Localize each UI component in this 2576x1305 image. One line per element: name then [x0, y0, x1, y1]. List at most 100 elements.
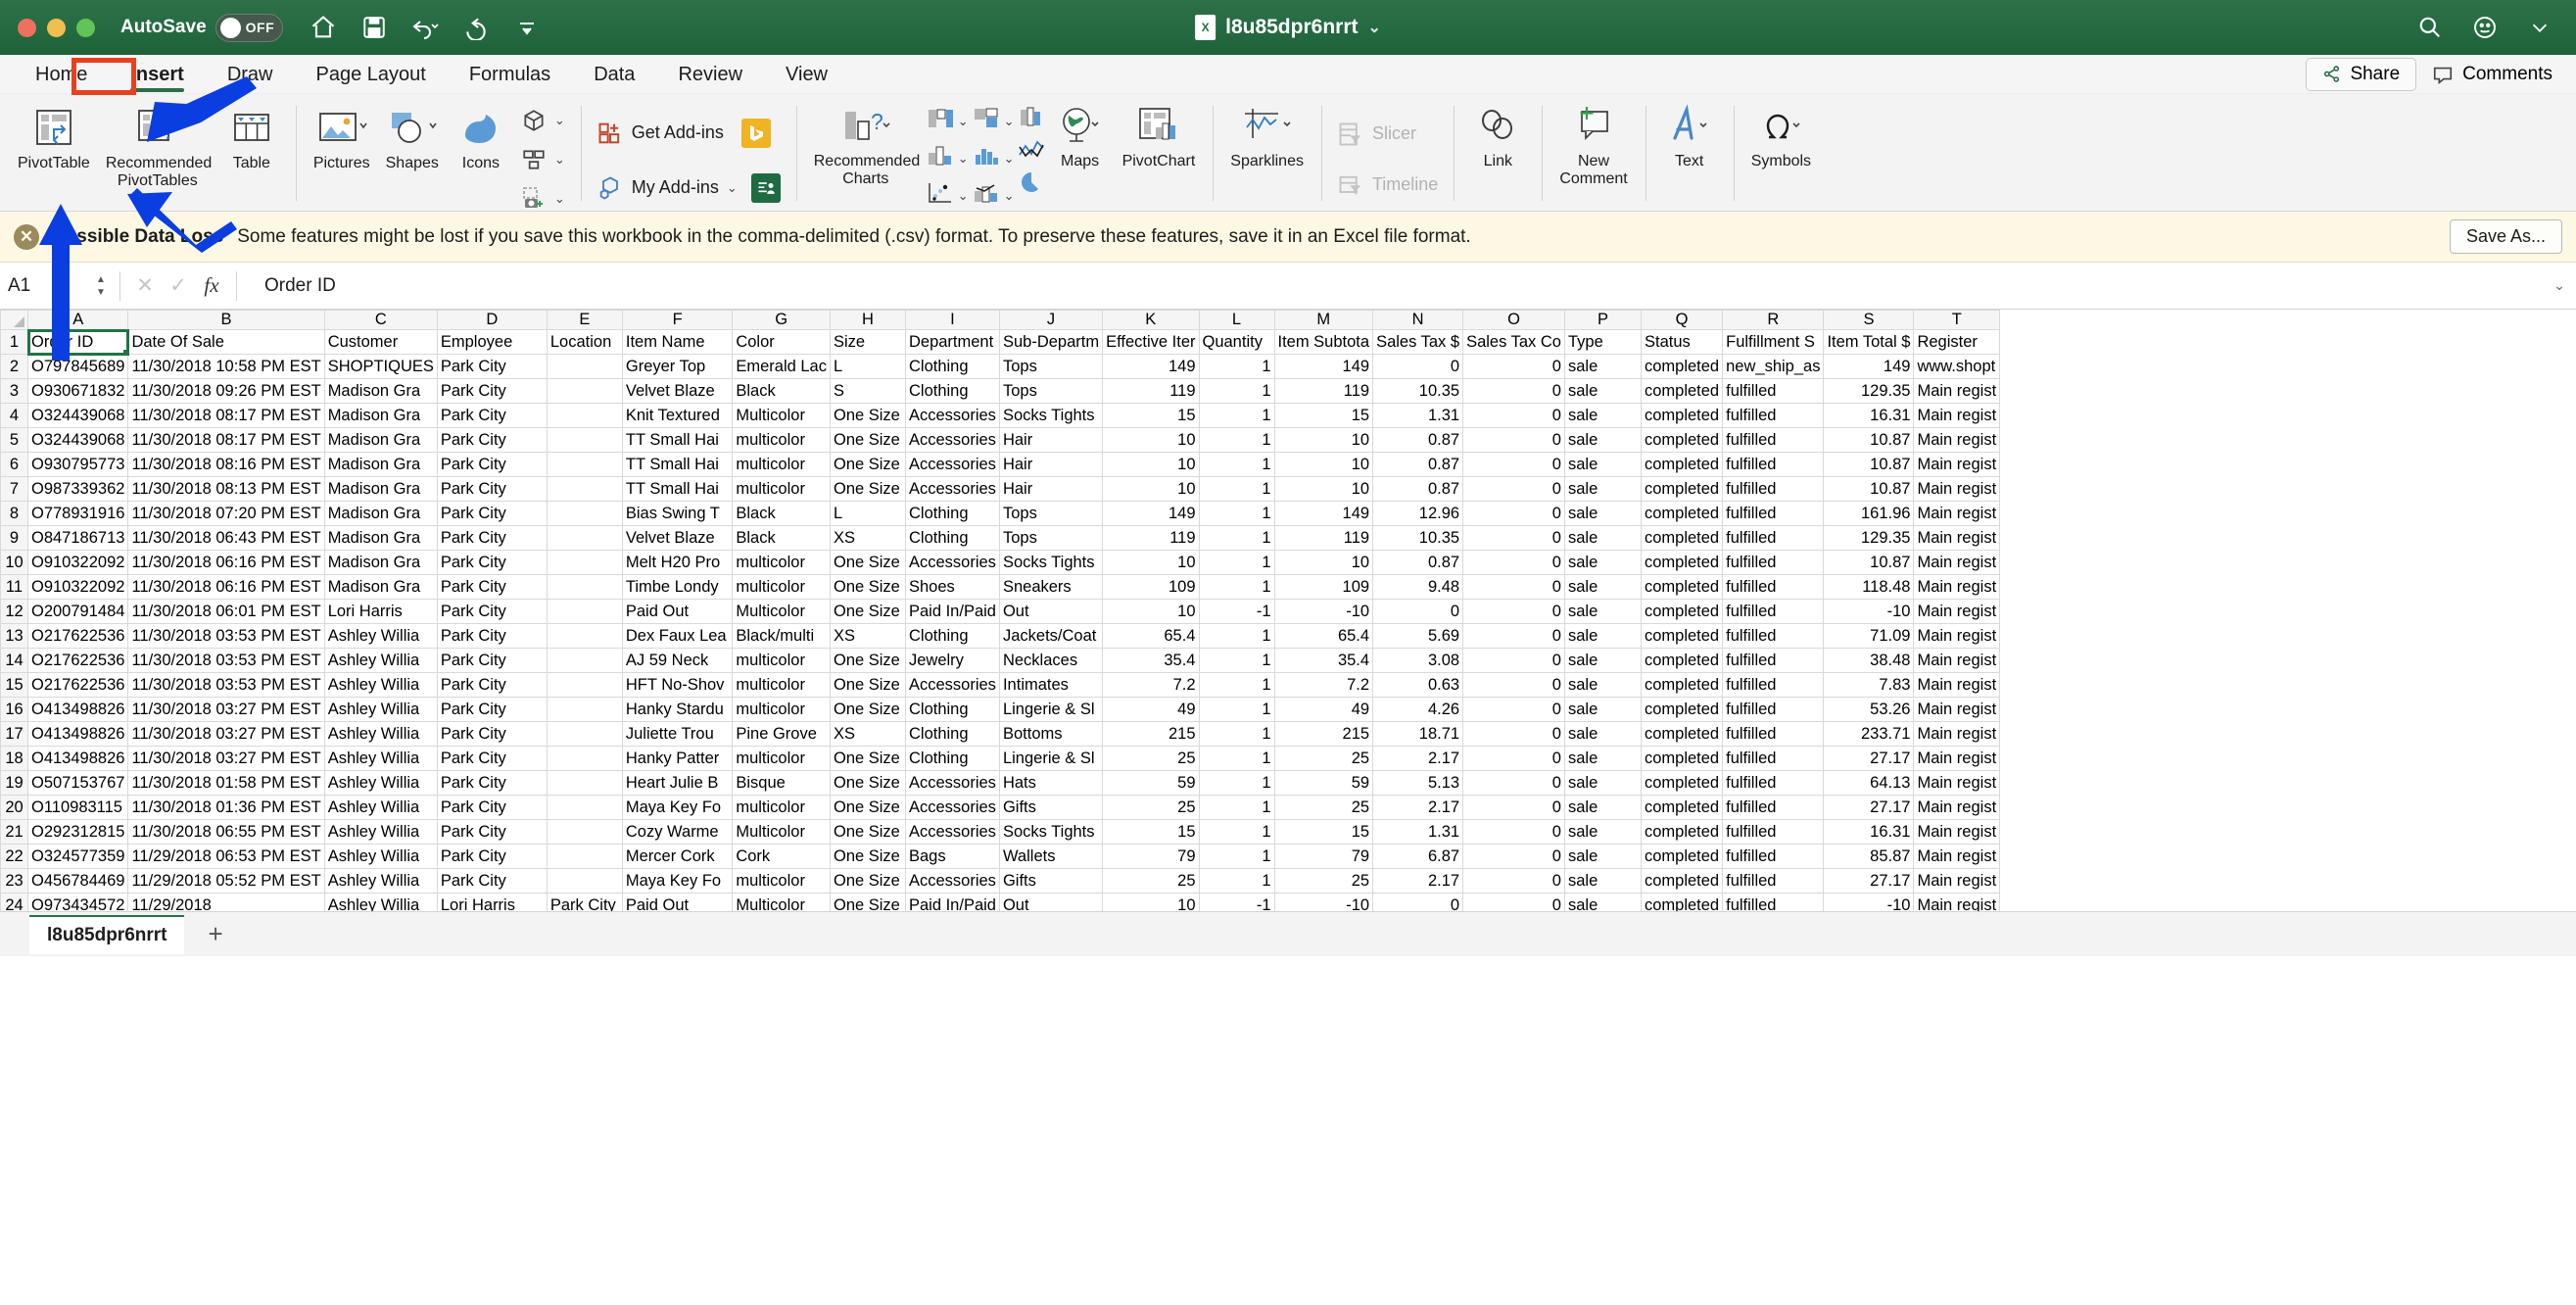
cell-I13[interactable]: Clothing — [904, 623, 1000, 649]
column-header-C[interactable]: C — [323, 310, 438, 330]
cell-S3[interactable]: 129.35 — [1823, 378, 1915, 404]
cell-N19[interactable]: 5.13 — [1372, 770, 1464, 796]
cell-N13[interactable]: 5.69 — [1372, 623, 1464, 649]
row-header-16[interactable]: 16 — [0, 697, 28, 722]
cell-L21[interactable]: 1 — [1198, 819, 1275, 845]
cell-G23[interactable]: multicolor — [732, 868, 831, 894]
cell-S19[interactable]: 64.13 — [1823, 770, 1915, 796]
title-chevron-down-icon[interactable]: ⌄ — [1367, 18, 1380, 37]
cell-F5[interactable]: TT Small Hai — [621, 427, 734, 453]
row-header-20[interactable]: 20 — [0, 795, 28, 820]
cell-G2[interactable]: Emerald Lac — [732, 354, 831, 379]
cell-D23[interactable]: Park City — [436, 868, 548, 894]
cell-C10[interactable]: Madison Gra — [323, 550, 438, 575]
cell-Q20[interactable]: completed — [1640, 795, 1724, 820]
cell-G19[interactable]: Bisque — [732, 770, 831, 796]
table-row[interactable]: 23 O456784469 11/29/2018 05:52 PM EST Ashle… — [0, 868, 2001, 894]
smartart-button[interactable]: ⌄ — [515, 145, 571, 174]
cell-D12[interactable]: Park City — [436, 599, 548, 624]
cell-R12[interactable]: fulfilled — [1722, 599, 1825, 624]
cell-O18[interactable]: 0 — [1462, 746, 1565, 771]
cell-T17[interactable]: Main regist — [1913, 721, 2001, 747]
maps-button[interactable]: Maps — [1046, 100, 1115, 174]
cell-Q15[interactable]: completed — [1640, 672, 1724, 698]
column-header-O[interactable]: O — [1462, 310, 1565, 330]
cell-E21[interactable] — [546, 819, 623, 845]
cell-R7[interactable]: fulfilled — [1722, 476, 1825, 502]
close-window-button[interactable] — [18, 18, 36, 37]
cell-M20[interactable]: 25 — [1273, 795, 1374, 820]
pivottable-button[interactable]: PivotTable — [10, 100, 98, 176]
cell-J8[interactable]: Tops — [998, 501, 1104, 526]
cell-B21[interactable]: 11/30/2018 06:55 PM EST — [127, 819, 325, 845]
cell-D18[interactable]: Park City — [436, 746, 548, 771]
cell-A6[interactable]: O930795773 — [26, 452, 129, 477]
row-header-4[interactable]: 4 — [0, 403, 28, 428]
tab-data[interactable]: Data — [572, 55, 656, 94]
cell-O19[interactable]: 0 — [1462, 770, 1565, 796]
cell-I22[interactable]: Bags — [904, 844, 1000, 869]
cell-O22[interactable]: 0 — [1462, 844, 1565, 869]
cell-A23[interactable]: O456784469 — [26, 868, 129, 894]
cell-R22[interactable]: fulfilled — [1722, 844, 1825, 869]
cell-M23[interactable]: 25 — [1273, 868, 1374, 894]
cell-G9[interactable]: Black — [732, 525, 831, 551]
cell-G22[interactable]: Cork — [732, 844, 831, 869]
customize-toolbar-icon[interactable] — [512, 13, 542, 42]
cell-P19[interactable]: sale — [1563, 770, 1642, 796]
cell-M5[interactable]: 10 — [1273, 427, 1374, 453]
cell-K4[interactable]: 15 — [1102, 403, 1200, 428]
row-header-3[interactable]: 3 — [0, 378, 28, 404]
cell-P2[interactable]: sale — [1563, 354, 1642, 379]
cell-L13[interactable]: 1 — [1198, 623, 1275, 649]
cell-R17[interactable]: fulfilled — [1722, 721, 1825, 747]
document-title-area[interactable]: X l8u85dpr6nrrt ⌄ — [1195, 15, 1381, 40]
cell-E11[interactable] — [546, 574, 623, 600]
cell-K15[interactable]: 7.2 — [1102, 672, 1200, 698]
pie-chart-icon[interactable] — [1017, 170, 1046, 199]
statistic-chart-chevron-down-icon[interactable]: ⌄ — [1004, 151, 1015, 167]
cell-F3[interactable]: Velvet Blaze — [621, 378, 734, 404]
text-button[interactable]: Text — [1655, 100, 1724, 174]
slicer-button[interactable]: Slicer — [1331, 119, 1444, 150]
select-all-corner[interactable] — [0, 310, 28, 330]
cell-D13[interactable]: Park City — [436, 623, 548, 649]
cell-T11[interactable]: Main regist — [1913, 574, 2001, 600]
cell-B9[interactable]: 11/30/2018 06:43 PM EST — [127, 525, 325, 551]
cell-M7[interactable]: 10 — [1273, 476, 1374, 502]
add-sheet-button[interactable]: + — [198, 919, 232, 949]
table-button[interactable]: Table — [217, 100, 286, 176]
cell-P9[interactable]: sale — [1563, 525, 1642, 551]
cell-Q10[interactable]: completed — [1640, 550, 1724, 575]
cell-P11[interactable]: sale — [1563, 574, 1642, 600]
cell-G21[interactable]: Multicolor — [732, 819, 831, 845]
cell-E14[interactable] — [546, 648, 623, 673]
autosave-control[interactable]: AutoSave OFF — [120, 13, 283, 42]
window-controls[interactable] — [0, 18, 95, 37]
column-header-B[interactable]: B — [127, 310, 325, 330]
column-header-K[interactable]: K — [1102, 310, 1200, 330]
cell-O8[interactable]: 0 — [1462, 501, 1565, 526]
cell-Q17[interactable]: completed — [1640, 721, 1724, 747]
sparklines-button[interactable]: Sparklines — [1222, 100, 1312, 174]
cell-D17[interactable]: Park City — [436, 721, 548, 747]
cell-A21[interactable]: O292312815 — [26, 819, 129, 845]
cell-L20[interactable]: 1 — [1198, 795, 1275, 820]
cell-R23[interactable]: fulfilled — [1722, 868, 1825, 894]
cell-E24[interactable]: Park City — [546, 893, 623, 911]
cell-I2[interactable]: Clothing — [904, 354, 1000, 379]
cell-S14[interactable]: 38.48 — [1823, 648, 1915, 673]
symbols-button[interactable]: Symbols — [1743, 100, 1819, 174]
cell-L4[interactable]: 1 — [1198, 403, 1275, 428]
cell-J12[interactable]: Out — [998, 599, 1104, 624]
cell-L9[interactable]: 1 — [1198, 525, 1275, 551]
column-header-J[interactable]: J — [998, 310, 1104, 330]
row-header-11[interactable]: 11 — [0, 574, 28, 600]
cell-S21[interactable]: 16.31 — [1823, 819, 1915, 845]
cell-D3[interactable]: Park City — [436, 378, 548, 404]
cell-C7[interactable]: Madison Gra — [323, 476, 438, 502]
scatter-chart-chevron-down-icon[interactable]: ⌄ — [958, 188, 969, 204]
redo-icon[interactable] — [461, 13, 491, 42]
cell-B24[interactable]: 11/29/2018 — [127, 893, 325, 911]
column-chart-chevron-down-icon[interactable]: ⌄ — [958, 114, 969, 129]
